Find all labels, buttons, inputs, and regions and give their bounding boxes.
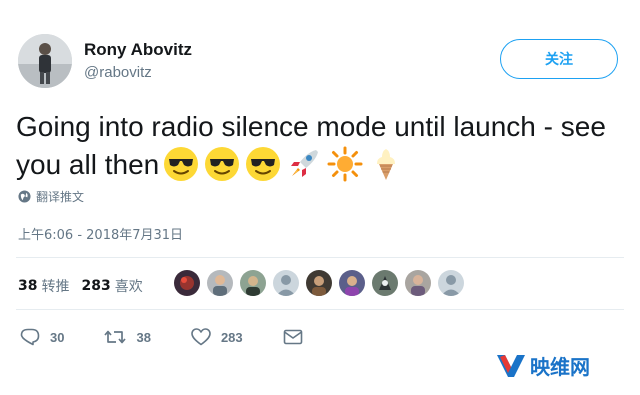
divider — [16, 309, 624, 310]
retweets-count[interactable]: 38 — [18, 278, 37, 294]
divider — [16, 257, 624, 258]
reply-icon — [20, 328, 40, 346]
sunglasses-emoji — [205, 146, 240, 181]
rocket-emoji — [291, 149, 319, 177]
liker-avatar[interactable] — [438, 270, 464, 296]
direct-message-button[interactable] — [283, 329, 303, 345]
user-name[interactable]: Rony Abovitz — [84, 40, 192, 60]
translate-label: 翻译推文 — [36, 190, 85, 204]
retweets-label[interactable]: 转推 — [41, 276, 69, 296]
watermark-text: 映维网 — [530, 355, 590, 379]
user-handle[interactable]: @rabovitz — [84, 64, 152, 81]
liker-avatar[interactable] — [405, 270, 431, 296]
likes-label[interactable]: 喜欢 — [115, 276, 143, 296]
liker-avatar[interactable] — [240, 270, 266, 296]
liker-avatar[interactable] — [273, 270, 299, 296]
likes-count[interactable]: 283 — [81, 278, 110, 294]
sunglasses-emoji — [164, 146, 199, 181]
reply-button[interactable]: 30 — [20, 328, 64, 346]
liker-avatar[interactable] — [207, 270, 233, 296]
like-button[interactable]: 283 — [191, 328, 243, 346]
sunglasses-emoji — [246, 146, 281, 181]
reply-count: 30 — [50, 329, 65, 345]
ice-cream-emoji — [377, 148, 396, 180]
follow-button[interactable]: 关注 — [500, 39, 618, 79]
avatar[interactable] — [18, 34, 72, 88]
tweet-stats: 38 转推 283 喜欢 — [18, 276, 155, 296]
liker-avatar[interactable] — [174, 270, 200, 296]
watermark: 映维网 — [496, 351, 590, 380]
liker-avatar[interactable] — [372, 270, 398, 296]
tweet-text: Going into radio silence mode until laun… — [16, 108, 636, 185]
sun-emoji — [327, 146, 363, 182]
tweet-actions: 30 38 283 — [20, 328, 303, 346]
retweet-icon — [104, 330, 127, 344]
yivian-logo-icon — [497, 354, 525, 377]
liker-avatar[interactable] — [339, 270, 365, 296]
liker-avatar[interactable] — [306, 270, 332, 296]
heart-icon — [191, 328, 211, 346]
tweet-emojis — [163, 146, 404, 182]
retweet-count: 38 — [136, 329, 151, 345]
envelope-icon — [283, 329, 302, 345]
retweet-button[interactable]: 38 — [104, 328, 151, 346]
globe-icon — [18, 190, 31, 203]
likers-avatars — [174, 270, 464, 296]
translate-tweet[interactable]: 翻译推文 — [18, 188, 84, 205]
tweet-timestamp[interactable]: 上午6:06 - 2018年7月31日 — [18, 224, 183, 243]
like-count: 283 — [220, 329, 243, 345]
